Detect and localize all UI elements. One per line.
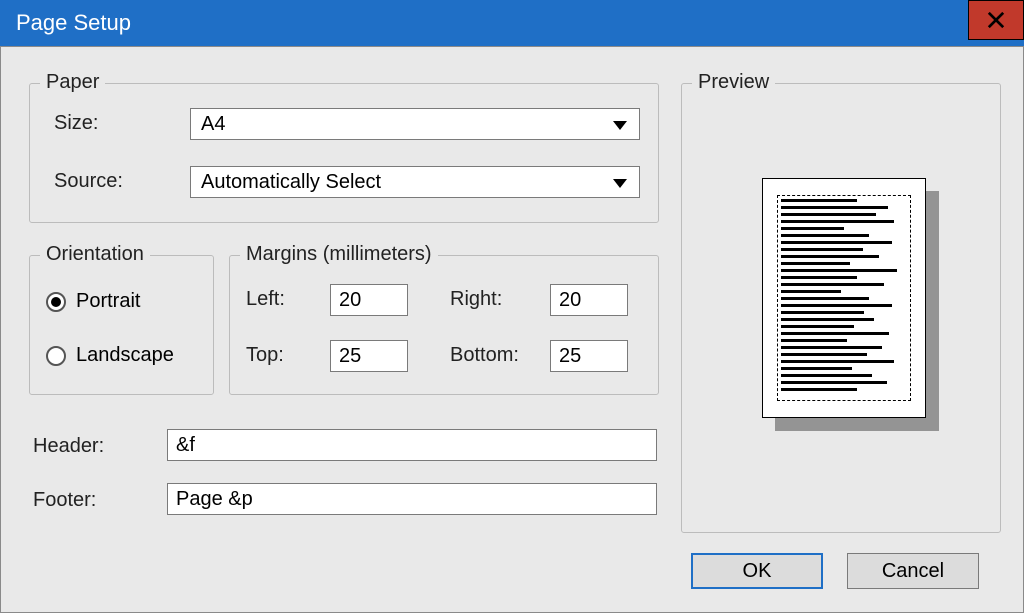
size-label: Size: (54, 112, 98, 135)
window-titlebar: Page Setup (0, 0, 1024, 46)
radio-icon (46, 346, 66, 366)
close-button[interactable] (968, 0, 1024, 40)
margins-legend: Margins (millimeters) (240, 243, 438, 266)
source-label: Source: (54, 170, 123, 193)
preview-content (781, 199, 907, 397)
ok-button[interactable]: OK (691, 553, 823, 589)
preview-group: Preview (681, 83, 1001, 533)
portrait-radio[interactable]: Portrait (46, 290, 140, 313)
footer-input[interactable]: Page &p (167, 483, 657, 515)
margin-top-value: 25 (339, 345, 361, 368)
margin-bottom-value: 25 (559, 345, 581, 368)
close-icon (987, 11, 1005, 29)
ok-label: OK (743, 560, 772, 583)
margin-right-value: 20 (559, 289, 581, 312)
landscape-radio[interactable]: Landscape (46, 344, 174, 367)
margin-left-input[interactable]: 20 (330, 284, 408, 316)
source-select[interactable]: Automatically Select (190, 166, 640, 198)
margin-bottom-label: Bottom: (450, 344, 519, 367)
source-value: Automatically Select (201, 171, 381, 194)
margin-left-label: Left: (246, 288, 285, 311)
header-value: &f (176, 434, 195, 457)
orientation-legend: Orientation (40, 243, 150, 266)
window-title: Page Setup (16, 10, 131, 36)
portrait-label: Portrait (76, 290, 140, 313)
margin-top-input[interactable]: 25 (330, 340, 408, 372)
size-value: A4 (201, 113, 225, 136)
header-label: Header: (33, 435, 104, 458)
paper-legend: Paper (40, 71, 105, 94)
footer-label: Footer: (33, 489, 96, 512)
margin-bottom-input[interactable]: 25 (550, 340, 628, 372)
preview-page (762, 178, 926, 418)
cancel-button[interactable]: Cancel (847, 553, 979, 589)
footer-value: Page &p (176, 488, 253, 511)
radio-icon (46, 292, 66, 312)
paper-group: Paper Size: A4 Source: Automatically Sel… (29, 83, 659, 223)
margin-right-label: Right: (450, 288, 502, 311)
margin-top-label: Top: (246, 344, 284, 367)
size-select[interactable]: A4 (190, 108, 640, 140)
landscape-label: Landscape (76, 344, 174, 367)
cancel-label: Cancel (882, 560, 944, 583)
margin-right-input[interactable]: 20 (550, 284, 628, 316)
dialog-client: Paper Size: A4 Source: Automatically Sel… (0, 46, 1024, 613)
orientation-group: Orientation Portrait Landscape (29, 255, 214, 395)
header-input[interactable]: &f (167, 429, 657, 461)
preview-area (682, 84, 1002, 534)
margins-group: Margins (millimeters) Left: 20 Right: 20… (229, 255, 659, 395)
margin-left-value: 20 (339, 289, 361, 312)
